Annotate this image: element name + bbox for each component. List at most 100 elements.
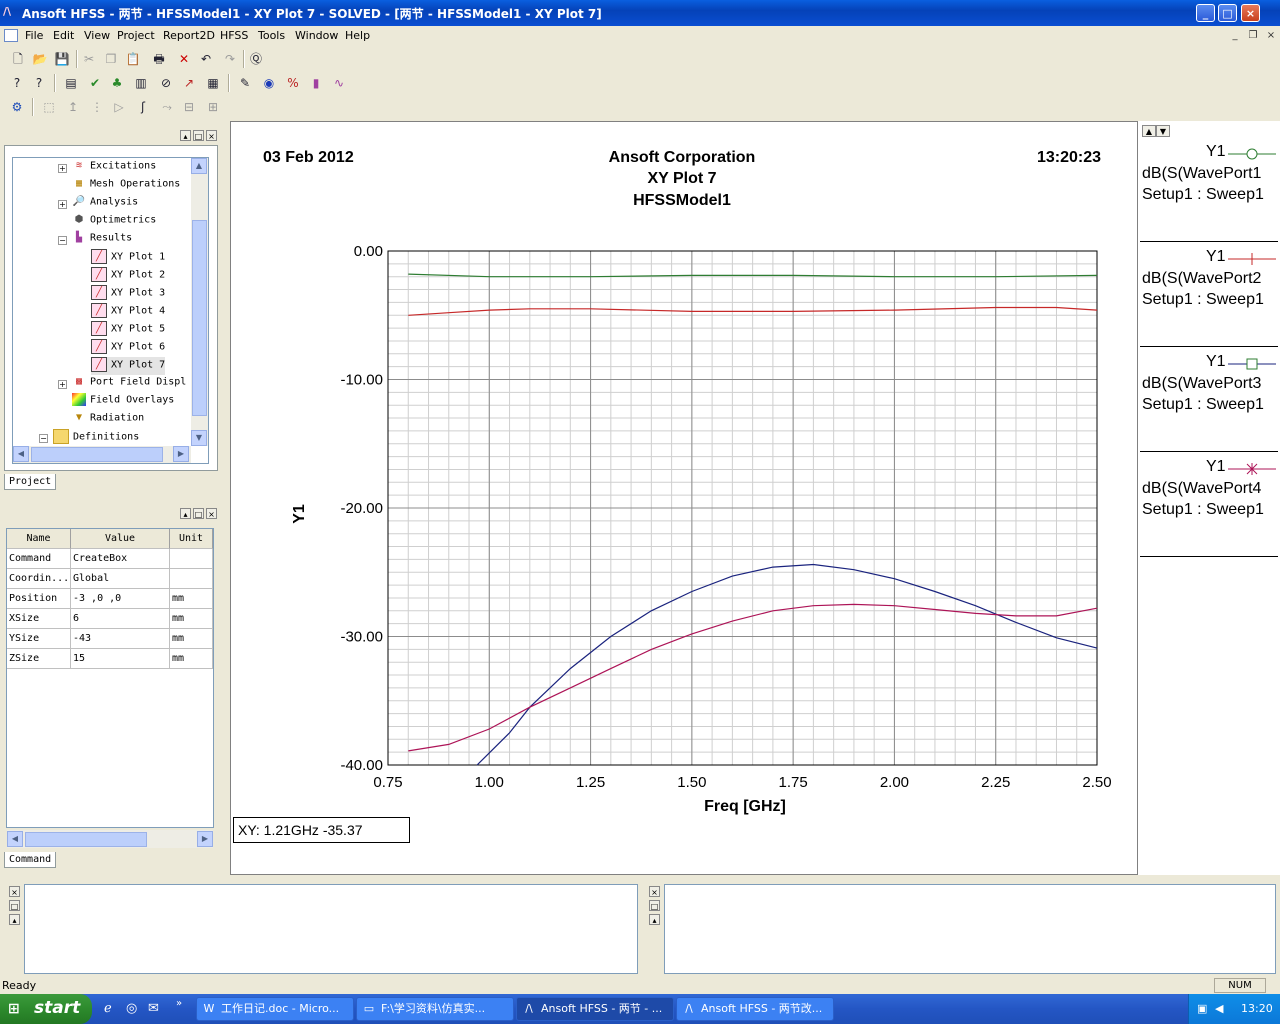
- tree-node-field-overlays[interactable]: Field Overlays: [72, 393, 174, 411]
- maximize-button[interactable]: □: [1218, 4, 1237, 22]
- scroll-thumb[interactable]: [31, 447, 163, 462]
- document-icon[interactable]: [4, 29, 18, 42]
- tree-node-xy-plot-1[interactable]: ╱ XY Plot 1: [91, 249, 165, 267]
- context-help-icon[interactable]: ?: [30, 74, 48, 92]
- menu-view[interactable]: View: [84, 29, 110, 42]
- legend-item[interactable]: Y1 dB(S(WavePort4 Setup1 : Sweep1: [1140, 453, 1278, 557]
- solver-icon[interactable]: ♣: [108, 74, 126, 92]
- tree-vertical-scrollbar[interactable]: ▲ ▼: [191, 158, 208, 446]
- plot-window[interactable]: 03 Feb 2012 Ansoft Corporation XY Plot 7…: [230, 121, 1138, 875]
- tree-node-excitations[interactable]: ≋ Excitations: [72, 159, 156, 177]
- legend-item[interactable]: Y1 dB(S(WavePort2 Setup1 : Sweep1: [1140, 243, 1278, 347]
- property-row[interactable]: ZSize 15 mm: [7, 649, 213, 669]
- marker-icon[interactable]: ✎: [236, 74, 254, 92]
- expand-icon[interactable]: +: [58, 164, 67, 173]
- property-row[interactable]: Coordin... Global: [7, 569, 213, 589]
- tab-project[interactable]: Project: [4, 474, 57, 490]
- copy-icon[interactable]: ❐: [102, 50, 120, 68]
- scroll-thumb[interactable]: [25, 832, 147, 847]
- start-button[interactable]: ⊞ start: [0, 994, 92, 1024]
- tree-node-xy-plot-6[interactable]: ╱ XY Plot 6: [91, 339, 165, 357]
- expand-icon[interactable]: +: [58, 200, 67, 209]
- title-bar[interactable]: /\ Ansoft HFSS - 两节 - HFSSModel1 - XY Pl…: [0, 0, 1280, 26]
- whats-this-icon[interactable]: ?: [8, 74, 26, 92]
- tree-node-port-field-display[interactable]: ▩ Port Field Displ: [72, 375, 186, 393]
- column-header-value[interactable]: Value: [71, 529, 170, 549]
- property-value[interactable]: Global: [71, 569, 170, 589]
- move-icon[interactable]: ⬚: [40, 98, 58, 116]
- menu-edit[interactable]: Edit: [53, 29, 74, 42]
- property-row[interactable]: Position -3 ,0 ,0 mm: [7, 589, 213, 609]
- legend-item[interactable]: Y1 dB(S(WavePort3 Setup1 : Sweep1: [1140, 348, 1278, 452]
- variables-icon[interactable]: %: [284, 74, 302, 92]
- quicklaunch-more-icon[interactable]: »: [176, 998, 182, 1009]
- properties-horizontal-scrollbar[interactable]: ◀ ▶: [7, 831, 213, 848]
- message-manager-pane[interactable]: [24, 884, 638, 974]
- browser-quicklaunch-icon[interactable]: ◎: [126, 1001, 137, 1016]
- collapse-icon[interactable]: −: [39, 434, 48, 443]
- help-topics-icon[interactable]: Ⓠ: [247, 50, 265, 68]
- stack-icon[interactable]: ⊟: [180, 98, 198, 116]
- pane-float-icon[interactable]: □: [9, 900, 20, 911]
- align-icon[interactable]: ↥: [64, 98, 82, 116]
- sweep-along-icon[interactable]: ⤳: [158, 98, 176, 116]
- tree-node-optimetrics[interactable]: ⬢ Optimetrics: [72, 213, 157, 231]
- panel-float-icon[interactable]: □: [193, 508, 204, 519]
- send-icon[interactable]: ▷: [110, 98, 128, 116]
- taskbar-item-hfss[interactable]: /\ Ansoft HFSS - 两节改...: [676, 997, 834, 1021]
- scroll-thumb[interactable]: [192, 220, 207, 416]
- menu-report2d[interactable]: Report2D: [163, 29, 215, 42]
- minimize-button[interactable]: _: [1196, 4, 1215, 22]
- scroll-down-icon[interactable]: ▼: [191, 430, 207, 446]
- target-icon[interactable]: ◉: [260, 74, 278, 92]
- scroll-up-icon[interactable]: ▲: [191, 158, 207, 174]
- new-icon[interactable]: 🗋: [9, 50, 27, 68]
- legend-item[interactable]: Y1 dB(S(WavePort1 Setup1 : Sweep1: [1140, 138, 1278, 242]
- property-row[interactable]: YSize -43 mm: [7, 629, 213, 649]
- tree-node-analysis[interactable]: 🔎 Analysis: [72, 195, 138, 213]
- tree-node-radiation[interactable]: ▼ Radiation: [72, 411, 144, 429]
- clock[interactable]: 13:20: [1241, 1002, 1273, 1015]
- panel-close-icon[interactable]: ×: [206, 508, 217, 519]
- scroll-right-icon[interactable]: ▶: [173, 446, 189, 462]
- expand-icon[interactable]: +: [58, 380, 67, 389]
- panel-float-icon[interactable]: □: [193, 130, 204, 141]
- pane-arrow-icon[interactable]: ▴: [649, 914, 660, 925]
- legend-scroll-up-icon[interactable]: ▲: [1142, 125, 1156, 137]
- mdi-minimize-icon[interactable]: _: [1228, 29, 1242, 43]
- bar-chart-icon[interactable]: ▮: [307, 74, 325, 92]
- save-icon[interactable]: 💾: [53, 50, 71, 68]
- tree-node-xy-plot-2[interactable]: ╱ XY Plot 2: [91, 267, 165, 285]
- taskbar-item-word[interactable]: W 工作日记.doc - Micro...: [196, 997, 354, 1021]
- mail-quicklaunch-icon[interactable]: ✉: [148, 1001, 159, 1016]
- taskbar-item-hfss-active[interactable]: /\ Ansoft HFSS - 两节 - ...: [516, 997, 674, 1021]
- analyze-icon[interactable]: ✔: [86, 74, 104, 92]
- pane-float-icon[interactable]: □: [649, 900, 660, 911]
- solution-data-icon[interactable]: ▥: [132, 74, 150, 92]
- import-icon[interactable]: ⊞: [204, 98, 222, 116]
- volume-tray-icon[interactable]: ◀: [1215, 1002, 1223, 1015]
- pane-arrow-icon[interactable]: ▴: [9, 914, 20, 925]
- xy-plot-chart[interactable]: 03 Feb 2012 Ansoft Corporation XY Plot 7…: [231, 122, 1137, 874]
- menu-help[interactable]: Help: [345, 29, 370, 42]
- collapse-icon[interactable]: −: [58, 236, 67, 245]
- panel-close-icon[interactable]: ×: [206, 130, 217, 141]
- property-row[interactable]: XSize 6 mm: [7, 609, 213, 629]
- tree-node-mesh-operations[interactable]: ▦ Mesh Operations: [72, 177, 180, 195]
- model-icon[interactable]: ⚙: [8, 98, 26, 116]
- fields-icon[interactable]: ⊘: [157, 74, 175, 92]
- undo-icon[interactable]: ↶: [197, 50, 215, 68]
- pane-close-icon[interactable]: ×: [9, 886, 20, 897]
- property-value[interactable]: -3 ,0 ,0: [71, 589, 170, 609]
- tree-horizontal-scrollbar[interactable]: ◀ ▶: [13, 446, 191, 463]
- menu-file[interactable]: File: [25, 29, 43, 42]
- tree-node-xy-plot-3[interactable]: ╱ XY Plot 3: [91, 285, 165, 303]
- scroll-right-icon[interactable]: ▶: [197, 831, 213, 847]
- mdi-close-icon[interactable]: ×: [1264, 29, 1278, 43]
- network-tray-icon[interactable]: ▣: [1197, 1002, 1207, 1015]
- tree-node-definitions[interactable]: Definitions: [53, 429, 139, 447]
- property-value[interactable]: 15: [71, 649, 170, 669]
- tree-node-xy-plot-7[interactable]: ╱ XY Plot 7: [91, 357, 166, 375]
- column-header-name[interactable]: Name: [7, 529, 71, 549]
- progress-pane[interactable]: [664, 884, 1276, 974]
